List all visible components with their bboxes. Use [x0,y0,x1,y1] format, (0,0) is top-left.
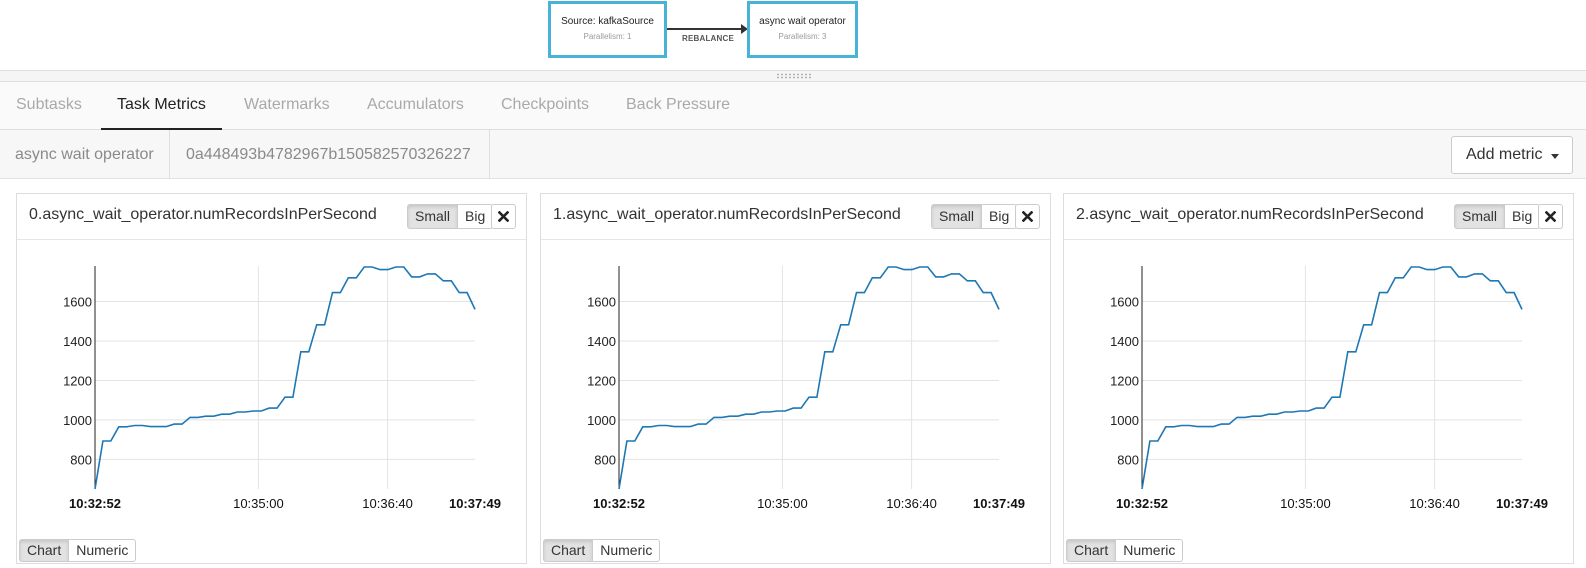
x-tick-label: 10:32:52 [69,496,121,511]
remove-metric-button[interactable] [1538,204,1563,229]
view-chart-button[interactable]: Chart [19,539,70,562]
size-toggle: Small Big [407,204,494,229]
metric-panel: 1.async_wait_operator.numRecordsInPerSec… [540,193,1051,564]
tab-checkpoints[interactable]: Checkpoints [485,82,605,130]
y-tick-label: 1000 [63,413,92,428]
graph-node-source[interactable]: Source: kafkaSource Parallelism: 1 [548,1,667,58]
y-tick-label: 1600 [587,295,616,310]
operator-subheader: async wait operator 0a448493b4782967b150… [0,130,1586,179]
node-parallelism: Parallelism: 1 [583,32,632,41]
series-line [1141,266,1523,490]
add-metric-button[interactable]: Add metric [1451,136,1573,174]
metric-chart: 800 1000 1200 1400 1600 10:32:52 10:35:00 10:36… [1110,266,1548,511]
view-toggle: Chart Numeric [543,539,661,562]
series-line [94,266,476,490]
close-icon [1022,211,1033,222]
size-toggle: Small Big [1454,204,1541,229]
view-numeric-button[interactable]: Numeric [593,539,661,562]
graph-edge-label: REBALANCE [682,34,735,43]
x-tick-label: 10:36:40 [362,496,413,511]
size-toggle: Small Big [931,204,1018,229]
size-big-button[interactable]: Big [982,204,1018,229]
metric-chart: 800 1000 1200 1400 1600 10:32:52 10:35:00 10:36… [587,266,1025,511]
node-parallelism: Parallelism: 3 [778,32,827,41]
panel-title: 2.async_wait_operator.numRecordsInPerSec… [1076,206,1424,223]
x-tick-label: 10:32:52 [593,496,645,511]
y-tick-label: 800 [70,452,92,467]
y-tick-label: 1400 [63,334,92,349]
graph-node-async-wait-operator[interactable]: async wait operator Parallelism: 3 [747,1,858,58]
node-title: Source: kafkaSource [561,16,654,27]
x-tick-label: 10:37:49 [449,496,501,511]
tab-back-pressure[interactable]: Back Pressure [610,82,746,130]
resize-divider[interactable] [0,70,1586,82]
size-big-button[interactable]: Big [458,204,494,229]
remove-metric-button[interactable] [491,204,516,229]
size-small-button[interactable]: Small [1454,204,1506,229]
node-title: async wait operator [759,16,846,27]
operator-name: async wait operator [0,130,170,179]
panel-header: 0.async_wait_operator.numRecordsInPerSec… [17,194,526,240]
view-chart-button[interactable]: Chart [1066,539,1117,562]
y-tick-label: 1000 [587,413,616,428]
add-metric-label: Add metric [1466,146,1543,163]
vertex-id: 0a448493b4782967b150582570326227 [172,130,490,179]
view-toggle: Chart Numeric [19,539,137,562]
tab-subtasks[interactable]: Subtasks [0,82,98,130]
x-tick-label: 10:36:40 [1409,496,1460,511]
metric-panel: 2.async_wait_operator.numRecordsInPerSec… [1063,193,1574,564]
y-tick-label: 1000 [1110,413,1139,428]
panel-header: 2.async_wait_operator.numRecordsInPerSec… [1064,194,1573,240]
x-tick-label: 10:37:49 [1496,496,1548,511]
x-tick-label: 10:32:52 [1116,496,1168,511]
close-icon [1545,211,1556,222]
y-tick-label: 1600 [1110,295,1139,310]
caret-down-icon [1551,154,1559,159]
view-toggle: Chart Numeric [1066,539,1184,562]
panel-header: 1.async_wait_operator.numRecordsInPerSec… [541,194,1050,240]
panel-title: 0.async_wait_operator.numRecordsInPerSec… [29,206,377,223]
remove-metric-button[interactable] [1015,204,1040,229]
x-tick-label: 10:37:49 [973,496,1025,511]
tab-bar: Subtasks Task Metrics Watermarks Accumul… [0,82,1586,130]
view-numeric-button[interactable]: Numeric [69,539,137,562]
tab-accumulators[interactable]: Accumulators [351,82,480,130]
metric-chart: 800 1000 1200 1400 1600 10:32:52 10:35:00 10:36… [63,266,501,511]
y-tick-label: 1200 [63,373,92,388]
tab-watermarks[interactable]: Watermarks [228,82,346,130]
x-tick-label: 10:35:00 [233,496,284,511]
y-tick-label: 1400 [1110,334,1139,349]
y-tick-label: 800 [1117,452,1139,467]
x-tick-label: 10:36:40 [886,496,937,511]
size-small-button[interactable]: Small [931,204,983,229]
size-big-button[interactable]: Big [1505,204,1541,229]
panel-title: 1.async_wait_operator.numRecordsInPerSec… [553,206,901,223]
close-icon [498,211,509,222]
y-tick-label: 800 [594,452,616,467]
drag-handle-icon[interactable] [776,73,812,79]
x-tick-label: 10:35:00 [757,496,808,511]
graph-edge-line [667,28,741,30]
y-tick-label: 1200 [587,373,616,388]
y-tick-label: 1200 [1110,373,1139,388]
view-chart-button[interactable]: Chart [543,539,594,562]
x-tick-label: 10:35:00 [1280,496,1331,511]
y-tick-label: 1400 [587,334,616,349]
tab-task-metrics[interactable]: Task Metrics [101,82,222,130]
metric-panel: 0.async_wait_operator.numRecordsInPerSec… [16,193,527,564]
series-line [618,266,1000,490]
view-numeric-button[interactable]: Numeric [1116,539,1184,562]
job-graph[interactable]: Source: kafkaSource Parallelism: 1 REBAL… [0,0,1586,70]
size-small-button[interactable]: Small [407,204,459,229]
y-tick-label: 1600 [63,295,92,310]
